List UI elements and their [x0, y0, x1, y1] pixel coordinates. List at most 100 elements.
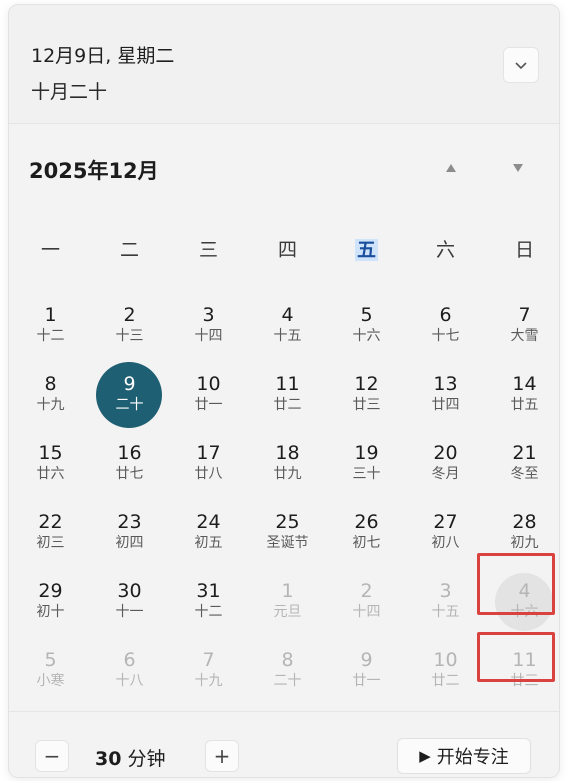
- day-cell[interactable]: 6 十七: [406, 297, 485, 361]
- day-cell[interactable]: 1 十二: [11, 297, 90, 361]
- day-cell[interactable]: 3 十四: [169, 297, 248, 361]
- decrease-minutes-button[interactable]: −: [35, 740, 69, 772]
- day-lunar-label: 十五: [431, 604, 460, 620]
- day-lunar-label: 初九: [510, 535, 539, 551]
- day-lunar-label: 廿八: [194, 466, 223, 482]
- selected-date-text: 12月9日, 星期二: [31, 45, 175, 67]
- day-cell[interactable]: 24 初五: [169, 504, 248, 568]
- collapse-button[interactable]: [503, 47, 539, 83]
- day-number: 16: [117, 442, 142, 464]
- start-focus-label: 开始专注: [436, 747, 509, 768]
- day-cell[interactable]: 9 廿一: [327, 642, 406, 706]
- day-cell[interactable]: 7 十九: [169, 642, 248, 706]
- focus-minutes-value: 30: [95, 748, 122, 770]
- day-cell[interactable]: 22 初三: [11, 504, 90, 568]
- day-lunar-label: 十四: [352, 604, 381, 620]
- day-lunar-label: 初十: [36, 604, 65, 620]
- day-cell[interactable]: 2 十三: [90, 297, 169, 361]
- day-cell[interactable]: 15 廿六: [11, 435, 90, 499]
- weekday-header-row: 一二三四五六日: [9, 235, 559, 275]
- day-number: 10: [196, 373, 221, 395]
- day-cell[interactable]: 5 小寒: [11, 642, 90, 706]
- lunar-date-text: 十月二十: [31, 81, 108, 103]
- day-cell[interactable]: 10 廿二: [406, 642, 485, 706]
- day-cell[interactable]: 10 廿一: [169, 366, 248, 430]
- day-cell[interactable]: 13 廿四: [406, 366, 485, 430]
- increase-minutes-button[interactable]: +: [205, 740, 239, 772]
- day-number: 11: [275, 373, 300, 395]
- day-cell[interactable]: 1 元旦: [248, 573, 327, 637]
- weekday-label: 二: [90, 235, 169, 262]
- day-number: 8: [281, 649, 294, 671]
- day-cell[interactable]: 28 初九: [485, 504, 559, 568]
- day-lunar-label: 廿二: [273, 397, 302, 413]
- weekday-label: 一: [11, 235, 90, 262]
- day-number: 3: [439, 580, 452, 602]
- day-number: 24: [196, 511, 221, 533]
- day-cell[interactable]: 21 冬至: [485, 435, 559, 499]
- focus-duration: 30 分钟: [95, 744, 166, 771]
- day-cell[interactable]: 12 廿三: [327, 366, 406, 430]
- weekday-text: 四: [277, 239, 297, 261]
- day-cell[interactable]: 4 十六: [485, 573, 559, 637]
- day-lunar-label: 初三: [36, 535, 65, 551]
- day-cell[interactable]: 20 冬月: [406, 435, 485, 499]
- focus-minutes-unit: 分钟: [127, 748, 166, 770]
- day-lunar-label: 十三: [115, 328, 144, 344]
- day-lunar-label: 十八: [115, 673, 144, 689]
- day-cell[interactable]: 23 初四: [90, 504, 169, 568]
- day-lunar-label: 元旦: [273, 604, 302, 620]
- previous-month-button[interactable]: [436, 155, 466, 183]
- day-cell[interactable]: 8 十九: [11, 366, 90, 430]
- day-cell[interactable]: 7 大雪: [485, 297, 559, 361]
- day-number: 2: [123, 304, 136, 326]
- day-lunar-label: 廿六: [36, 466, 65, 482]
- day-number: 7: [518, 304, 531, 326]
- day-number: 6: [439, 304, 452, 326]
- day-cell[interactable]: 11 廿二: [248, 366, 327, 430]
- day-number: 19: [354, 442, 379, 464]
- weekday-text: 三: [198, 239, 218, 261]
- day-cell[interactable]: 14 廿五: [485, 366, 559, 430]
- day-lunar-label: 十一: [115, 604, 144, 620]
- day-lunar-label: 三十: [352, 466, 381, 482]
- day-cell[interactable]: 8 二十: [248, 642, 327, 706]
- day-cell-selected[interactable]: 9 二十: [90, 362, 169, 430]
- day-cell[interactable]: 11 廿三: [485, 642, 559, 706]
- day-cell[interactable]: 27 初八: [406, 504, 485, 568]
- day-cell[interactable]: 16 廿七: [90, 435, 169, 499]
- month-title[interactable]: 2025年12月: [29, 155, 159, 185]
- weekday-label: 日: [485, 235, 559, 262]
- day-lunar-label: 廿九: [273, 466, 302, 482]
- day-cell[interactable]: 30 十一: [90, 573, 169, 637]
- weekday-text: 六: [435, 239, 455, 261]
- day-cell[interactable]: 6 十八: [90, 642, 169, 706]
- day-lunar-label: 大雪: [510, 328, 539, 344]
- day-number: 28: [512, 511, 537, 533]
- day-cell[interactable]: 31 十二: [169, 573, 248, 637]
- day-number: 4: [281, 304, 294, 326]
- day-cell[interactable]: 18 廿九: [248, 435, 327, 499]
- day-lunar-label: 二十: [273, 673, 302, 689]
- day-cell[interactable]: 2 十四: [327, 573, 406, 637]
- day-lunar-label: 初五: [194, 535, 223, 551]
- day-number: 4: [518, 580, 531, 602]
- weekday-text: 五: [354, 239, 378, 261]
- day-cell[interactable]: 5 十六: [327, 297, 406, 361]
- day-cell[interactable]: 3 十五: [406, 573, 485, 637]
- day-cell[interactable]: 19 三十: [327, 435, 406, 499]
- day-number: 21: [512, 442, 537, 464]
- day-cell[interactable]: 25 圣诞节: [248, 504, 327, 568]
- day-cell[interactable]: 4 十五: [248, 297, 327, 361]
- next-month-button[interactable]: [503, 155, 533, 183]
- day-number: 9: [360, 649, 373, 671]
- day-cell[interactable]: 17 廿八: [169, 435, 248, 499]
- day-cell[interactable]: 29 初十: [11, 573, 90, 637]
- day-lunar-label: 廿三: [510, 673, 539, 689]
- weekday-label: 五: [327, 235, 406, 262]
- day-number: 26: [354, 511, 379, 533]
- day-cell[interactable]: 26 初七: [327, 504, 406, 568]
- day-lunar-label: 圣诞节: [266, 535, 309, 551]
- weekday-text: 二: [119, 239, 139, 261]
- start-focus-button[interactable]: ▶ 开始专注: [397, 738, 531, 774]
